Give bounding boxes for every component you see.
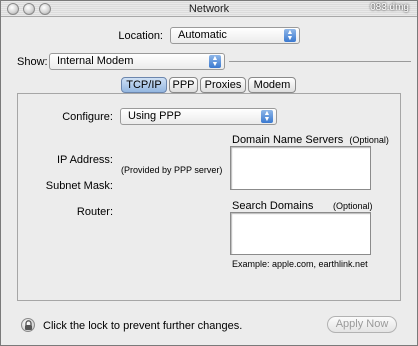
configure-value: Using PPP xyxy=(128,110,182,122)
tab-modem[interactable]: Modem xyxy=(248,77,296,93)
location-label: Location: xyxy=(118,30,163,42)
window-title: Network xyxy=(188,3,230,15)
lock-icon[interactable] xyxy=(21,318,35,332)
location-popup[interactable]: Automatic ▲ ▼ xyxy=(170,27,300,44)
subnet-mask-label: Subnet Mask: xyxy=(45,180,113,192)
lock-message: Click the lock to prevent further change… xyxy=(43,320,243,332)
separator xyxy=(229,61,411,62)
dns-title: Domain Name Servers xyxy=(232,134,344,146)
apply-now-button[interactable]: Apply Now xyxy=(327,316,397,333)
search-domains-example: Example: apple.com, earthlink.net xyxy=(232,259,368,269)
chevron-updown-icon: ▲ ▼ xyxy=(209,55,221,68)
search-domains-title: Search Domains xyxy=(232,200,314,212)
tab-proxies[interactable]: Proxies xyxy=(200,77,246,93)
router-label: Router: xyxy=(76,206,113,218)
show-popup[interactable]: Internal Modem ▲ ▼ xyxy=(49,53,225,70)
ip-address-label: IP Address: xyxy=(56,154,113,166)
show-value: Internal Modem xyxy=(57,55,134,67)
network-window: Network 083.dmg Location: Automatic ▲ ▼ S… xyxy=(0,0,418,346)
chevron-updown-icon: ▲ ▼ xyxy=(284,29,296,42)
titlebar[interactable]: Network 083.dmg xyxy=(1,1,417,17)
show-label: Show: xyxy=(17,56,48,68)
configure-popup[interactable]: Using PPP ▲ ▼ xyxy=(120,108,277,125)
search-domains-optional: (Optional) xyxy=(333,201,373,211)
background-document-title: 083.dmg xyxy=(370,2,409,13)
chevron-updown-icon: ▲ ▼ xyxy=(261,110,273,123)
ip-address-value: (Provided by PPP server) xyxy=(121,165,223,175)
configure-label: Configure: xyxy=(62,111,113,123)
dns-optional: (Optional) xyxy=(349,135,389,145)
tab-tcpip[interactable]: TCP/IP xyxy=(121,77,167,93)
search-domains-field[interactable] xyxy=(230,212,371,255)
dns-field[interactable] xyxy=(230,146,371,190)
location-value: Automatic xyxy=(178,29,227,41)
dns-label: Domain Name Servers (Optional) xyxy=(232,134,389,146)
tab-ppp[interactable]: PPP xyxy=(169,77,198,93)
